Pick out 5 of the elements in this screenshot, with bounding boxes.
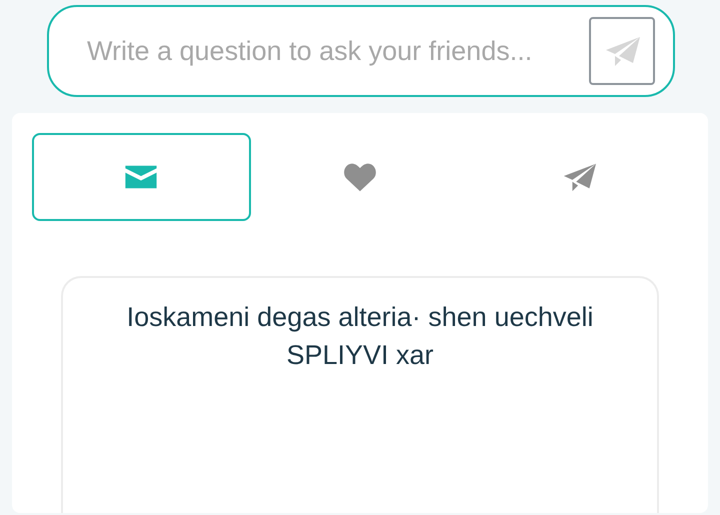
- question-input-field[interactable]: Write a question to ask your friends...: [47, 5, 675, 97]
- heart-icon: [342, 161, 378, 193]
- send-button[interactable]: [589, 17, 655, 85]
- tab[interactable]: [32, 133, 251, 221]
- question-text: Ioskameni degas alteria· shen uechveli SPLIYVI xar: [126, 301, 594, 372]
